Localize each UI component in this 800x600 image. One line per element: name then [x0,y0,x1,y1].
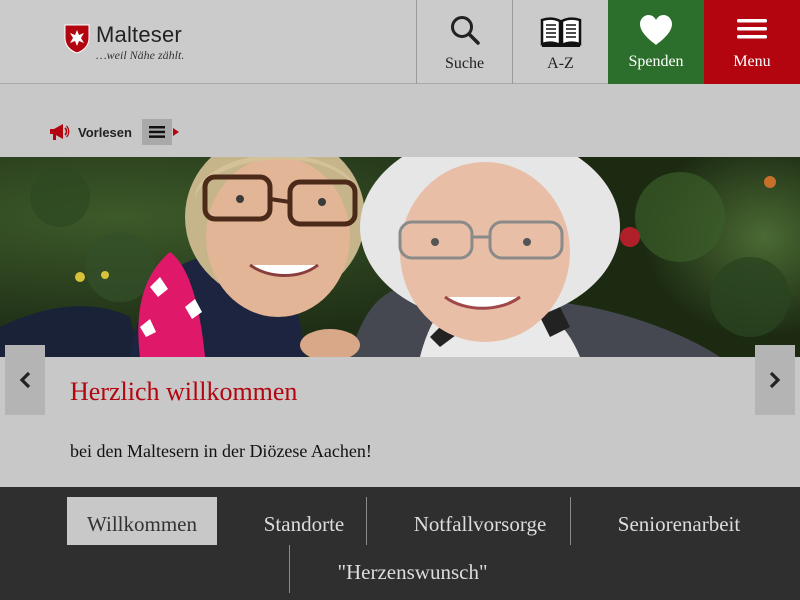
tab-divider [570,497,571,545]
malteser-logo[interactable]: Malteser …weil Nähe zählt. [64,22,194,66]
chevron-left-icon [19,371,31,389]
megaphone-icon [50,124,70,140]
slide-text: bei den Maltesern in der Diözese Aachen! [70,441,372,461]
slide-title: Herzlich willkommen [70,377,298,406]
play-arrow-icon [172,128,179,136]
logo-tagline: …weil Nähe zählt. [96,48,185,62]
list-icon [148,126,165,138]
read-aloud-link[interactable]: Vorlesen [78,125,132,140]
menu-button[interactable]: Menu [704,0,800,84]
slide-next-button[interactable] [755,345,795,415]
search-label: Suche [444,55,485,72]
heart-icon [640,15,672,45]
logo-name: Malteser [96,22,182,47]
tab-herzenswunsch[interactable]: "Herzenswunsch" [310,545,515,593]
donate-label: Spenden [628,53,684,70]
tab-notfallvorsorge[interactable]: Notfallvorsorge [390,497,570,545]
az-label: A-Z [547,55,574,72]
read-settings-button[interactable] [141,119,172,145]
az-button[interactable]: A-Z [512,0,608,84]
slide-tabs-nav: Willkommen Standorte Notfallvorsorge Sen… [0,487,800,600]
hero-image [0,157,800,357]
hamburger-icon [737,19,767,39]
search-icon [450,16,480,45]
donate-button[interactable]: Spenden [608,0,704,84]
slide-caption: Herzlich willkommen bei den Maltesern in… [0,357,800,487]
book-icon [540,17,581,48]
chevron-right-icon [769,371,781,389]
tab-divider [366,497,367,545]
tab-divider [289,545,290,593]
site-header: Malteser …weil Nähe zählt. Suche A-Z Spe… [0,0,800,84]
hero-photo [0,157,800,357]
tab-willkommen[interactable]: Willkommen [67,497,217,545]
tab-standorte[interactable]: Standorte [244,497,364,545]
slide-prev-button[interactable] [5,345,45,415]
malteser-cross-icon [64,24,90,54]
menu-label: Menu [733,53,771,70]
search-button[interactable]: Suche [416,0,512,84]
accessibility-tools: Vorlesen [48,119,179,145]
tab-seniorenarbeit[interactable]: Seniorenarbeit [594,497,764,545]
